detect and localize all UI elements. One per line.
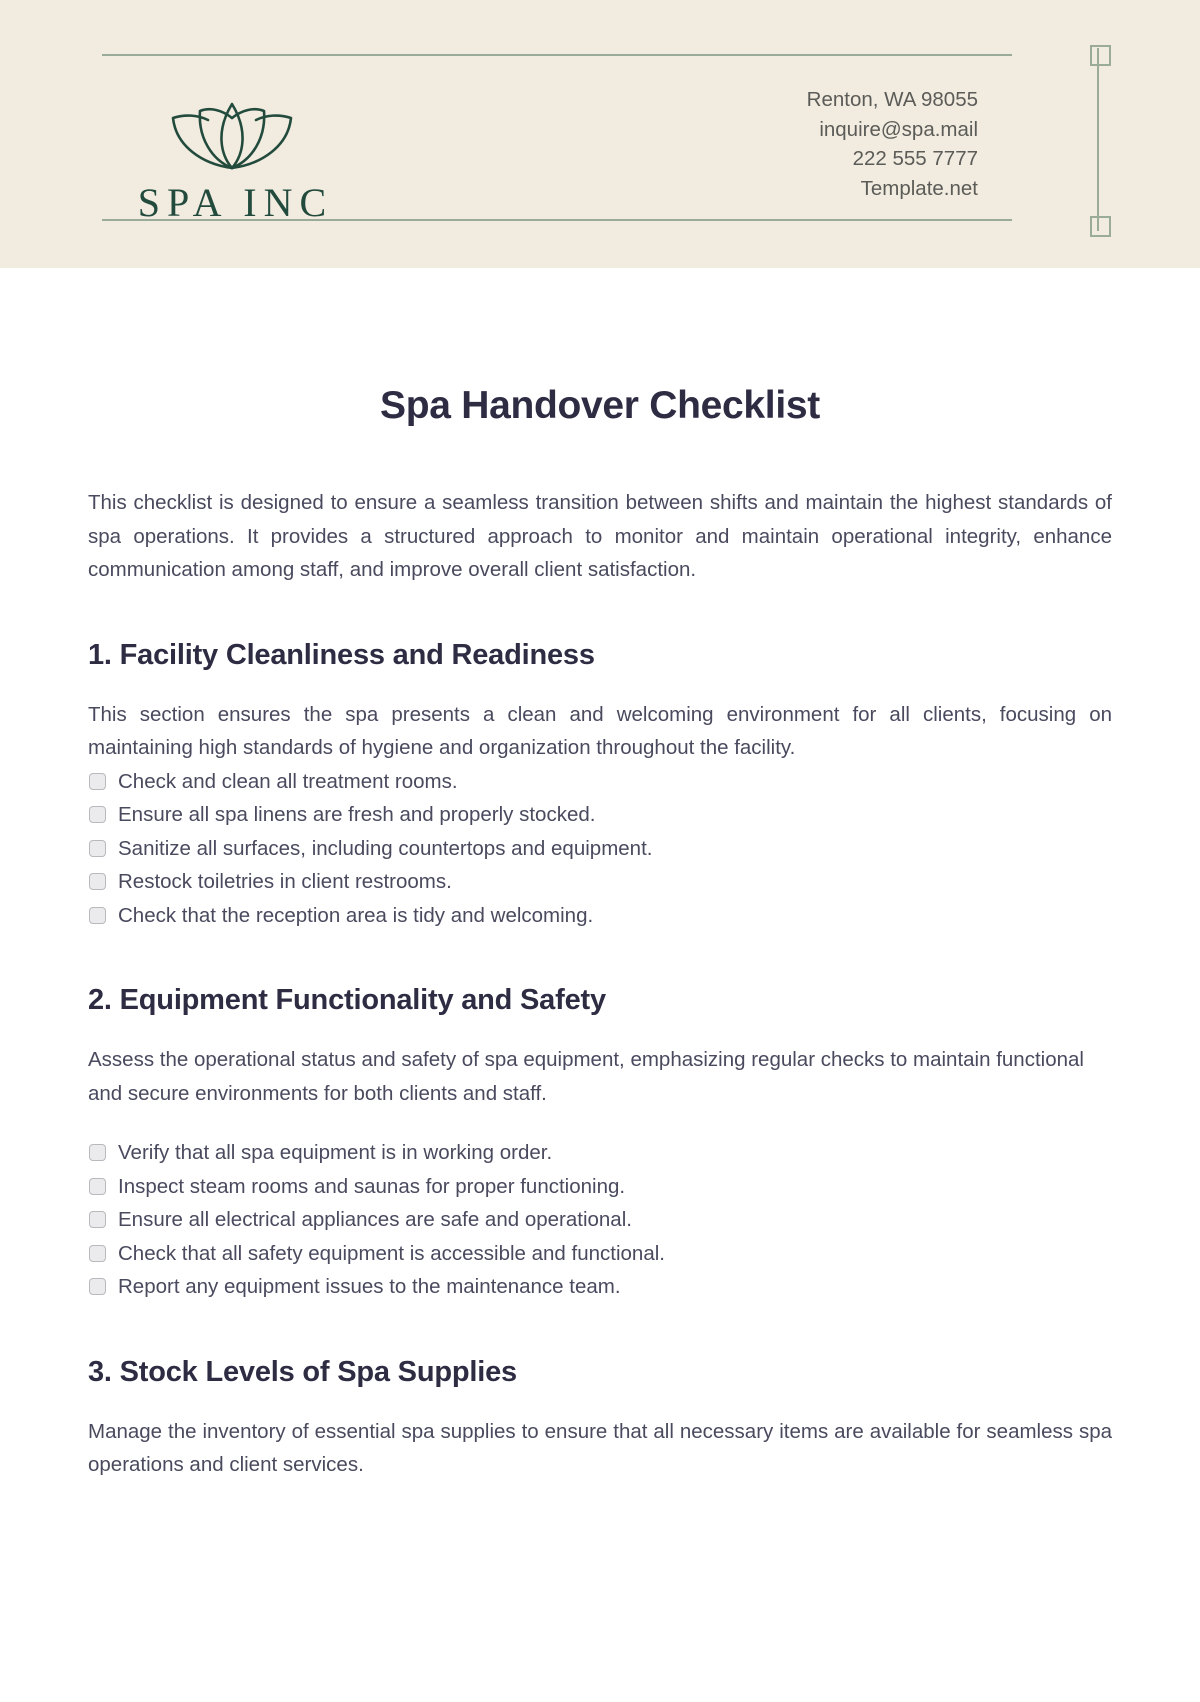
- checklist-item[interactable]: Restock toiletries in client restrooms.: [88, 865, 1112, 899]
- section-2-checklist: Verify that all spa equipment is in work…: [88, 1136, 1112, 1304]
- checkbox-icon[interactable]: [89, 906, 106, 924]
- checkbox-icon[interactable]: [89, 1278, 106, 1295]
- checklist-item[interactable]: Ensure all electrical appliances are saf…: [88, 1203, 1112, 1237]
- checklist-item[interactable]: Report any equipment issues to the maint…: [88, 1270, 1112, 1304]
- lotus-flower-icon: [122, 80, 342, 180]
- checklist-item-label: Inspect steam rooms and saunas for prope…: [118, 1174, 626, 1198]
- checklist-item-label: Restock toiletries in client restrooms.: [118, 870, 452, 893]
- checkbox-icon[interactable]: [89, 1144, 106, 1161]
- header-bracket-cap-top: [1090, 45, 1111, 66]
- brand-wordmark: SPA INC: [137, 180, 334, 225]
- section-1: 1. Facility Cleanliness and Readiness Th…: [88, 639, 1112, 933]
- checkbox-icon[interactable]: [89, 873, 106, 890]
- contact-phone: 222 555 7777: [852, 147, 978, 170]
- section-2: 2. Equipment Functionality and Safety As…: [88, 984, 1112, 1304]
- checkbox-icon[interactable]: [89, 806, 106, 823]
- checklist-item-label: Report any equipment issues to the maint…: [118, 1275, 621, 1298]
- document-header: SPA INC Renton, WA 98055 inquire@spa.mai…: [0, 0, 1200, 268]
- checklist-item[interactable]: Inspect steam rooms and saunas for prope…: [88, 1170, 1112, 1204]
- section-1-checklist: Check and clean all treatment rooms. Ens…: [88, 765, 1112, 933]
- checklist-item[interactable]: Check that all safety equipment is acces…: [88, 1237, 1112, 1271]
- checklist-item-label: Check that the reception area is tidy an…: [118, 903, 594, 927]
- section-3-description: Manage the inventory of essential spa su…: [88, 1419, 1112, 1477]
- checklist-item[interactable]: Check that the reception area is tidy an…: [88, 899, 1112, 933]
- section-2-heading: 2. Equipment Functionality and Safety: [88, 984, 606, 1016]
- checkbox-icon[interactable]: [89, 839, 106, 857]
- section-1-description: This section ensures the spa presents a …: [88, 702, 1112, 760]
- document-body: Spa Handover Checklist This checklist is…: [0, 268, 1200, 1482]
- header-bracket-cap-bottom: [1090, 216, 1111, 237]
- checklist-item[interactable]: Check and clean all treatment rooms.: [88, 765, 1112, 799]
- checklist-item[interactable]: Sanitize all surfaces, including counter…: [88, 832, 1112, 866]
- checklist-item-label: Check that all safety equipment is acces…: [118, 1241, 665, 1265]
- section-2-description: Assess the operational status and safety…: [88, 1048, 1084, 1105]
- page-title: Spa Handover Checklist: [380, 384, 820, 427]
- section-3-heading: 3. Stock Levels of Spa Supplies: [88, 1355, 517, 1388]
- contact-details: Renton, WA 98055 inquire@spa.mail 222 55…: [807, 85, 978, 203]
- checklist-item-label: Verify that all spa equipment is in work…: [118, 1141, 553, 1164]
- contact-website: Template.net: [860, 176, 978, 200]
- checklist-item-label: Ensure all spa linens are fresh and prop…: [118, 803, 596, 826]
- checklist-item[interactable]: Ensure all spa linens are fresh and prop…: [88, 798, 1112, 832]
- section-1-heading: 1. Facility Cleanliness and Readiness: [88, 638, 595, 671]
- checkbox-icon[interactable]: [89, 1244, 106, 1262]
- checkbox-icon[interactable]: [89, 772, 106, 790]
- brand-logo: SPA INC: [122, 80, 342, 224]
- checkbox-icon[interactable]: [89, 1177, 106, 1195]
- checklist-item-label: Sanitize all surfaces, including counter…: [118, 836, 653, 860]
- checklist-item-label: Ensure all electrical appliances are saf…: [118, 1208, 632, 1231]
- checklist-item-label: Check and clean all treatment rooms.: [118, 769, 458, 793]
- contact-address: Renton, WA 98055: [806, 88, 978, 111]
- header-bracket-line: [1097, 48, 1099, 231]
- header-top-rule: [102, 54, 1012, 56]
- checklist-item[interactable]: Verify that all spa equipment is in work…: [88, 1136, 1112, 1170]
- section-3: 3. Stock Levels of Spa Supplies Manage t…: [88, 1356, 1112, 1482]
- intro-paragraph: This checklist is designed to ensure a s…: [88, 491, 1112, 581]
- contact-email: inquire@spa.mail: [819, 117, 978, 141]
- checkbox-icon[interactable]: [89, 1211, 106, 1228]
